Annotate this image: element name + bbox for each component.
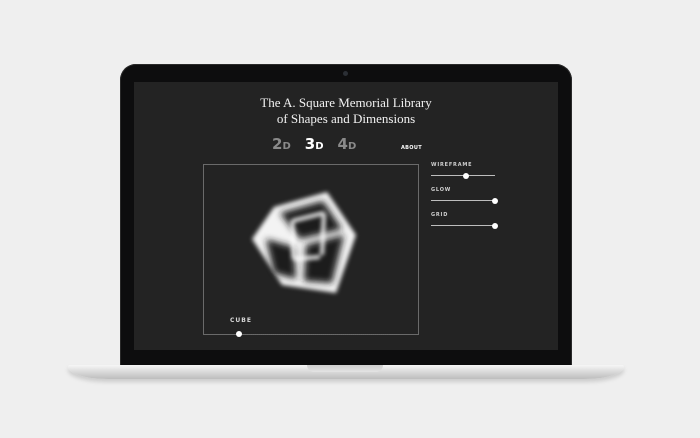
grid-slider[interactable] <box>431 222 498 229</box>
control-grid: GRID <box>431 212 501 237</box>
cube-render <box>252 192 356 293</box>
tab-3d[interactable]: 3D <box>305 135 324 153</box>
control-glow: GLOW <box>431 187 501 212</box>
control-wireframe: WIREFRAME <box>431 162 501 187</box>
wireframe-label: WIREFRAME <box>431 162 473 168</box>
title-line-1: The A. Square Memorial Library <box>260 95 432 110</box>
app-screen: The A. Square Memorial Library of Shapes… <box>134 82 558 350</box>
about-link[interactable]: ABOUT <box>401 145 422 151</box>
tab-4d[interactable]: 4D <box>338 135 357 153</box>
shape-slider-knob[interactable] <box>236 331 242 337</box>
render-controls: WIREFRAME GLOW GRID <box>431 162 501 237</box>
dimension-tabs: 2D 3D 4D <box>272 135 356 153</box>
grid-slider-knob[interactable] <box>492 222 498 229</box>
title-line-2: of Shapes and Dimensions <box>276 111 416 126</box>
glow-slider-knob[interactable] <box>492 197 498 204</box>
glow-slider[interactable] <box>431 197 498 204</box>
shape-viewport[interactable]: CUBE <box>203 164 419 337</box>
shape-label: CUBE <box>230 317 252 324</box>
grid-label: GRID <box>431 212 449 218</box>
wireframe-slider-knob[interactable] <box>463 172 470 179</box>
laptop-notch <box>307 365 383 372</box>
page-title: The A. Square Memorial Library of Shapes… <box>134 95 558 127</box>
camera-icon <box>343 71 348 76</box>
glow-label: GLOW <box>431 187 452 193</box>
laptop-mockup: The A. Square Memorial Library of Shapes… <box>0 0 700 438</box>
wireframe-slider[interactable] <box>431 172 495 179</box>
shape-slider-track[interactable] <box>239 334 389 336</box>
tab-2d[interactable]: 2D <box>272 135 291 153</box>
